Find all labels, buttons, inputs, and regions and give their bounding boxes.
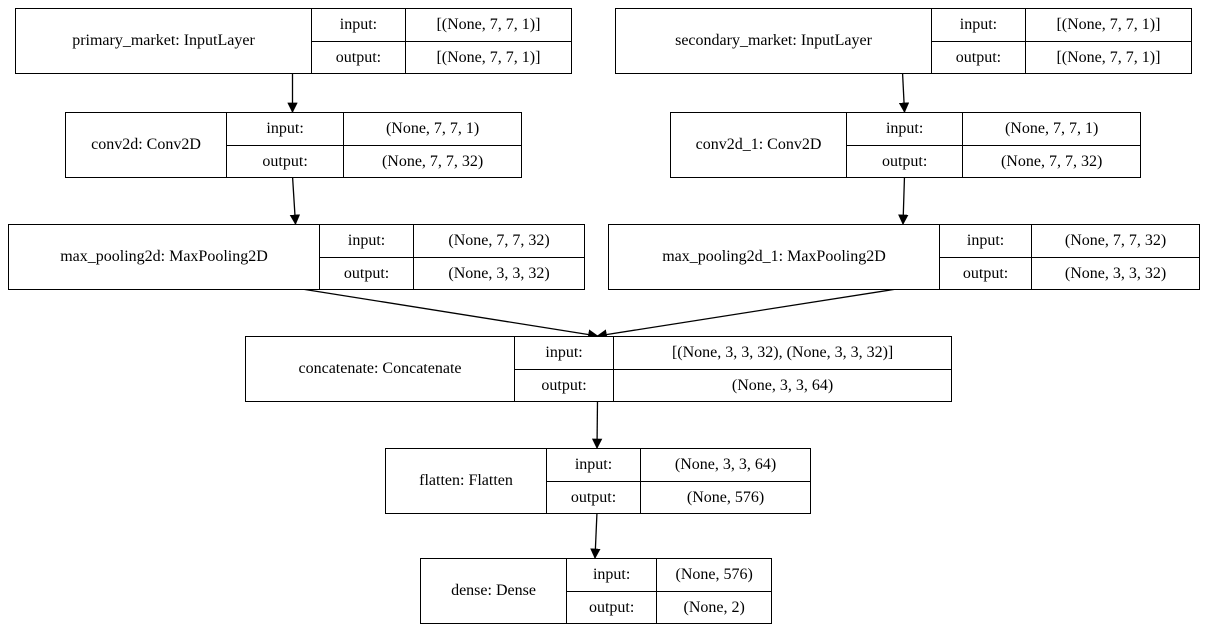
- input-label: input:: [931, 9, 1025, 41]
- output-label: output:: [514, 369, 613, 401]
- output-shape: [(None, 7, 7, 1)]: [405, 41, 571, 73]
- input-shape: (None, 7, 7, 32): [1031, 225, 1199, 257]
- input-shape: [(None, 7, 7, 1)]: [405, 9, 571, 41]
- layer-node-maxpool: max_pooling2d: MaxPooling2Dinput:(None, …: [8, 224, 585, 290]
- layer-node-concat: concatenate: Concatenateinput:[(None, 3,…: [245, 336, 952, 402]
- output-shape: [(None, 7, 7, 1)]: [1025, 41, 1191, 73]
- layer-node-maxpool-1: max_pooling2d_1: MaxPooling2Dinput:(None…: [608, 224, 1200, 290]
- model-graph: primary_market: InputLayerinput:[(None, …: [0, 0, 1208, 627]
- layer-title: max_pooling2d_1: MaxPooling2D: [609, 225, 939, 289]
- input-shape: [(None, 7, 7, 1)]: [1025, 9, 1191, 41]
- layer-node-conv2d-1: conv2d_1: Conv2Dinput:(None, 7, 7, 1)out…: [670, 112, 1141, 178]
- input-label: input:: [319, 225, 413, 257]
- input-label: input:: [939, 225, 1031, 257]
- edges-layer: [0, 0, 1208, 627]
- layer-node-primary-input: primary_market: InputLayerinput:[(None, …: [15, 8, 572, 74]
- output-label: output:: [566, 591, 656, 623]
- input-shape: (None, 576): [656, 559, 771, 591]
- output-label: output:: [846, 145, 962, 177]
- input-shape: [(None, 3, 3, 32), (None, 3, 3, 32)]: [613, 337, 951, 369]
- input-shape: (None, 7, 7, 1): [962, 113, 1140, 145]
- edge-flatten-to-dense: [595, 512, 597, 558]
- edge-concat-to-flatten: [597, 400, 598, 448]
- layer-title: concatenate: Concatenate: [246, 337, 514, 401]
- input-label: input:: [546, 449, 640, 481]
- output-shape: (None, 7, 7, 32): [962, 145, 1140, 177]
- edge-conv2d_1-to-maxpool_1: [903, 176, 905, 224]
- output-label: output:: [226, 145, 343, 177]
- input-label: input:: [311, 9, 405, 41]
- edge-maxpool_1-to-concat: [598, 288, 904, 336]
- input-label: input:: [566, 559, 656, 591]
- layer-title: flatten: Flatten: [386, 449, 546, 513]
- output-shape: (None, 3, 3, 32): [1031, 257, 1199, 289]
- layer-title: primary_market: InputLayer: [16, 9, 311, 73]
- output-shape: (None, 7, 7, 32): [343, 145, 521, 177]
- layer-title: conv2d: Conv2D: [66, 113, 226, 177]
- layer-title: secondary_market: InputLayer: [616, 9, 931, 73]
- input-shape: (None, 7, 7, 32): [413, 225, 584, 257]
- output-label: output:: [931, 41, 1025, 73]
- layer-title: dense: Dense: [421, 559, 566, 623]
- output-label: output:: [311, 41, 405, 73]
- layer-node-conv2d: conv2d: Conv2Dinput:(None, 7, 7, 1)outpu…: [65, 112, 522, 178]
- edge-secondary_input-to-conv2d_1: [903, 72, 905, 112]
- layer-title: conv2d_1: Conv2D: [671, 113, 846, 177]
- output-label: output:: [319, 257, 413, 289]
- edge-maxpool-to-concat: [296, 288, 598, 336]
- output-shape: (None, 2): [656, 591, 771, 623]
- output-shape: (None, 3, 3, 64): [613, 369, 951, 401]
- output-label: output:: [546, 481, 640, 513]
- edge-conv2d-to-maxpool: [293, 176, 296, 224]
- layer-node-dense: dense: Denseinput:(None, 576)output:(Non…: [420, 558, 772, 624]
- output-shape: (None, 576): [640, 481, 810, 513]
- input-shape: (None, 3, 3, 64): [640, 449, 810, 481]
- input-shape: (None, 7, 7, 1): [343, 113, 521, 145]
- input-label: input:: [514, 337, 613, 369]
- layer-node-secondary-input: secondary_market: InputLayerinput:[(None…: [615, 8, 1192, 74]
- output-label: output:: [939, 257, 1031, 289]
- input-label: input:: [226, 113, 343, 145]
- output-shape: (None, 3, 3, 32): [413, 257, 584, 289]
- layer-node-flatten: flatten: Flatteninput:(None, 3, 3, 64)ou…: [385, 448, 811, 514]
- layer-title: max_pooling2d: MaxPooling2D: [9, 225, 319, 289]
- input-label: input:: [846, 113, 962, 145]
